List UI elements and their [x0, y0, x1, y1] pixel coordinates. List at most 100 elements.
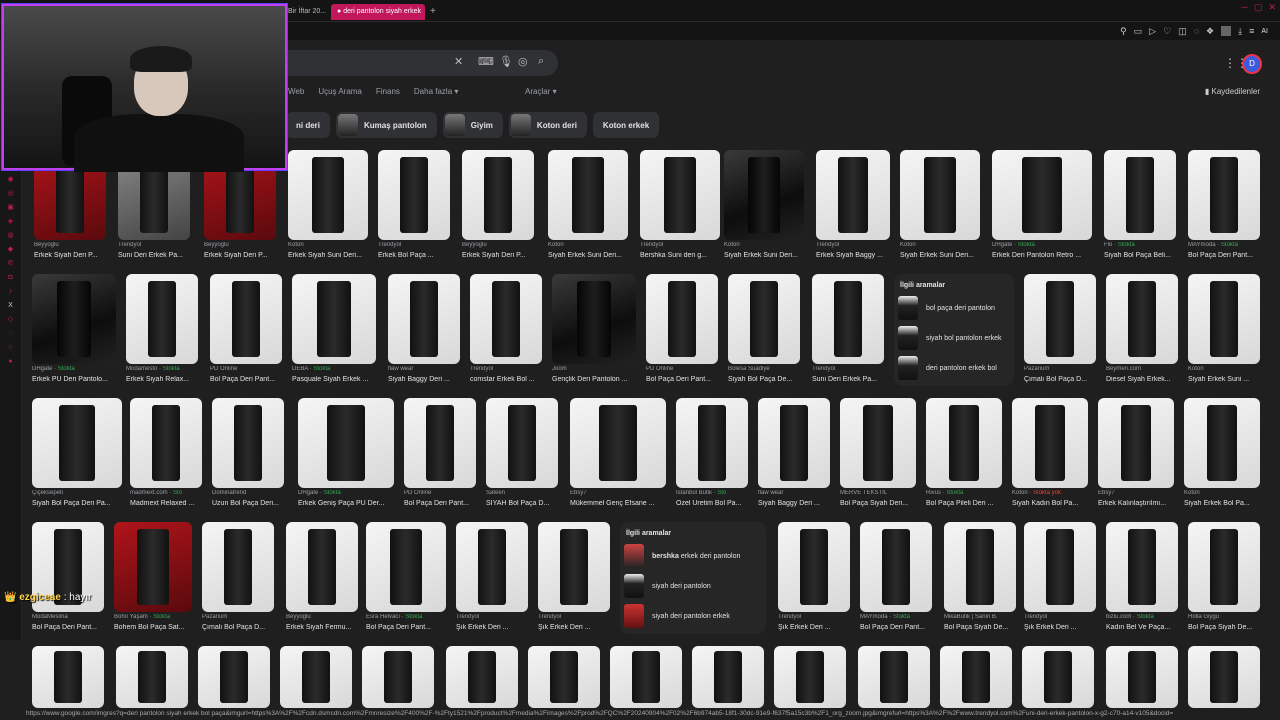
result-title[interactable]: Erkek Siyah Deri P... — [204, 252, 286, 259]
result-title[interactable]: Erkek Siyah Fermu... — [286, 624, 368, 631]
result-title[interactable]: Erkek Siyah Suni Deri... — [288, 252, 378, 259]
image-result[interactable]: Koton Siyah Erkek Suni Deri... — [548, 150, 628, 264]
result-thumbnail[interactable] — [548, 150, 628, 240]
result-title[interactable]: Madmext Relaxed ... — [130, 500, 212, 507]
result-thumbnail[interactable] — [1104, 150, 1176, 240]
related-item[interactable]: bershka erkek deri pantolon — [620, 541, 766, 571]
image-result[interactable]: DHgate · Stokta Erkek Geniş Paça PU Der..… — [298, 398, 394, 512]
result-thumbnail[interactable] — [840, 398, 916, 488]
image-result[interactable]: Sateen SİYAH Bol Paça D... — [486, 398, 558, 512]
result-thumbnail[interactable] — [288, 150, 368, 240]
image-result[interactable]: Koton Erkek Siyah Suni Deri... — [288, 150, 368, 264]
result-title[interactable]: Bol Paça Deri Pant... — [860, 624, 942, 631]
sidebar-icon-6[interactable]: ◆ — [7, 246, 15, 254]
ai-button[interactable]: AI — [1261, 28, 1268, 35]
result-thumbnail[interactable] — [1024, 274, 1096, 364]
image-result[interactable]: bizlu.com · Stokta Kadın Bel Ve Paça... — [1106, 522, 1178, 636]
image-result[interactable]: PD Online Bol Paça Deri Pant... — [404, 398, 476, 512]
close-icon[interactable]: ✕ — [1268, 2, 1276, 13]
result-title[interactable]: Suni Deri Erkek Pa... — [118, 252, 200, 259]
tab-active-search[interactable]: ● deri pantolon siyah erkek — [331, 4, 425, 20]
image-result[interactable]: Beymen.com Diesel Siyah Erkek... — [1106, 274, 1178, 388]
result-thumbnail[interactable] — [944, 522, 1016, 612]
result-title[interactable]: Bol Paça Deri Pant... — [32, 624, 114, 631]
result-title[interactable]: Erkek Siyah Relax... — [126, 376, 208, 383]
result-thumbnail[interactable] — [462, 150, 534, 240]
result-thumbnail[interactable] — [728, 274, 800, 364]
result-title[interactable]: Kadın Bel Ve Paça... — [1106, 624, 1188, 631]
filter-chip[interactable]: Koton erkek — [592, 112, 660, 138]
search-bar[interactable]: ✕ ⌨ 🎙 ◎ ⌕ — [286, 50, 558, 76]
sidebar-icon-5[interactable]: ◍ — [7, 232, 15, 240]
result-title[interactable]: Çımalı Bol Paça D... — [202, 624, 284, 631]
result-thumbnail[interactable] — [286, 522, 358, 612]
result-thumbnail[interactable] — [470, 274, 542, 364]
related-item[interactable]: bol paça deri pantolon — [894, 293, 1014, 323]
play-icon[interactable]: ▷ — [1149, 26, 1156, 37]
result-thumbnail[interactable] — [404, 398, 476, 488]
result-title[interactable]: Erkek Siyah Deri P... — [462, 252, 544, 259]
result-title[interactable]: Bol Paça Siyah De... — [944, 624, 1026, 631]
result-thumbnail[interactable] — [1184, 398, 1260, 488]
image-result[interactable]: Dominatrend Uzun Bol Paça Deri... — [212, 398, 284, 512]
result-thumbnail[interactable] — [646, 274, 718, 364]
sidebar-icon-2[interactable]: ◎ — [7, 190, 15, 198]
x-icon[interactable]: X — [7, 302, 15, 310]
sidebar-icon-12[interactable]: ◌ — [7, 330, 15, 338]
image-result[interactable]: Ebsy7 Mükemmel Genç Efsane ... — [570, 398, 666, 512]
result-thumbnail[interactable] — [446, 646, 518, 708]
chat-icon[interactable]: ◌ — [1194, 26, 1199, 36]
image-result[interactable]: DEBA · Stokta Pasquale Siyah Erkek ... — [292, 274, 376, 388]
sidebar-icon-3[interactable]: ▣ — [7, 204, 15, 212]
filter-chip[interactable]: Giyim — [442, 112, 503, 138]
image-result[interactable]: flaw wear Siyah Baggy Deri ... — [758, 398, 830, 512]
image-result[interactable]: Trendyol Şık Erkek Deri ... — [456, 522, 528, 636]
result-thumbnail[interactable] — [1012, 398, 1088, 488]
result-thumbnail[interactable] — [366, 522, 446, 612]
image-result[interactable]: Trendyol Erkek Siyah Baggy ... — [816, 150, 890, 264]
result-thumbnail[interactable] — [32, 646, 104, 708]
sidebar-icon-11[interactable]: ◇ — [7, 316, 15, 324]
whatsapp-icon[interactable]: ✆ — [7, 260, 15, 268]
result-thumbnail[interactable] — [126, 274, 198, 364]
image-result[interactable]: MAYmoda · Stokta Bol Paça Deri Pant... — [860, 522, 932, 636]
clear-icon[interactable]: ✕ — [454, 55, 463, 68]
result-title[interactable]: SİYAH Bol Paça D... — [486, 500, 568, 507]
image-result[interactable]: flaw wear Siyah Baggy Deri ... — [388, 274, 460, 388]
image-result[interactable]: Joom Gençlik Deri Pantolon ... — [552, 274, 636, 388]
result-thumbnail[interactable] — [1106, 646, 1178, 708]
image-result[interactable]: Pazarium Çımalı Bol Paça D... — [202, 522, 274, 636]
result-title[interactable]: Çımalı Bol Paça D... — [1024, 376, 1106, 383]
image-result[interactable]: PD Online Bol Paça Deri Pant... — [646, 274, 718, 388]
result-title[interactable]: Erkek Kalınlaştırılmı... — [1098, 500, 1184, 507]
result-thumbnail[interactable] — [774, 646, 846, 708]
result-title[interactable]: Siyah Erkek Suni Deri... — [724, 252, 814, 259]
result-title[interactable]: Bershka Suni deri g... — [640, 252, 730, 259]
result-title[interactable]: Siyah Baggy Deri ... — [758, 500, 840, 507]
result-title[interactable]: Şık Erkek Deri ... — [1024, 624, 1106, 631]
result-title[interactable]: Şık Erkek Deri ... — [456, 624, 538, 631]
nav-tab-web[interactable]: Web — [288, 87, 304, 96]
cast-icon[interactable]: ▭ — [1134, 26, 1143, 37]
image-result[interactable]: MERVE TEKSTİL Bol Paça Siyah Deri... — [840, 398, 916, 512]
result-title[interactable]: Bol Paça Deri Pant... — [366, 624, 456, 631]
sidebar-icon-4[interactable]: ◈ — [7, 218, 15, 226]
result-title[interactable]: Siyah Erkek Suni Deri... — [548, 252, 638, 259]
result-thumbnail[interactable] — [992, 150, 1092, 240]
tiktok-icon[interactable]: ♪ — [7, 288, 15, 296]
filter-chip[interactable]: Koton deri — [508, 112, 587, 138]
result-thumbnail[interactable] — [116, 646, 188, 708]
result-title[interactable]: Şık Erkek Deri ... — [778, 624, 860, 631]
result-thumbnail[interactable] — [1106, 522, 1178, 612]
result-title[interactable]: Bohem Bol Paça Sat... — [114, 624, 202, 631]
result-thumbnail[interactable] — [292, 274, 376, 364]
image-result[interactable]: Bolesa Suadiye Siyah Bol Paça De... — [728, 274, 800, 388]
result-thumbnail[interactable] — [1022, 646, 1094, 708]
result-title[interactable]: Bol Paça Deri Pant... — [210, 376, 292, 383]
tab-iftar[interactable]: Bir İftar 20... — [282, 4, 332, 20]
result-title[interactable]: Diesel Siyah Erkek... — [1106, 376, 1188, 383]
image-result[interactable]: Trendyol Şık Erkek Deri ... — [778, 522, 850, 636]
result-title[interactable]: Mükemmel Genç Efsane ... — [570, 500, 676, 507]
image-result[interactable]: ModaMeslina Bol Paça Deri Pant... — [32, 522, 104, 636]
result-title[interactable]: Şık Erkek Deri ... — [538, 624, 620, 631]
